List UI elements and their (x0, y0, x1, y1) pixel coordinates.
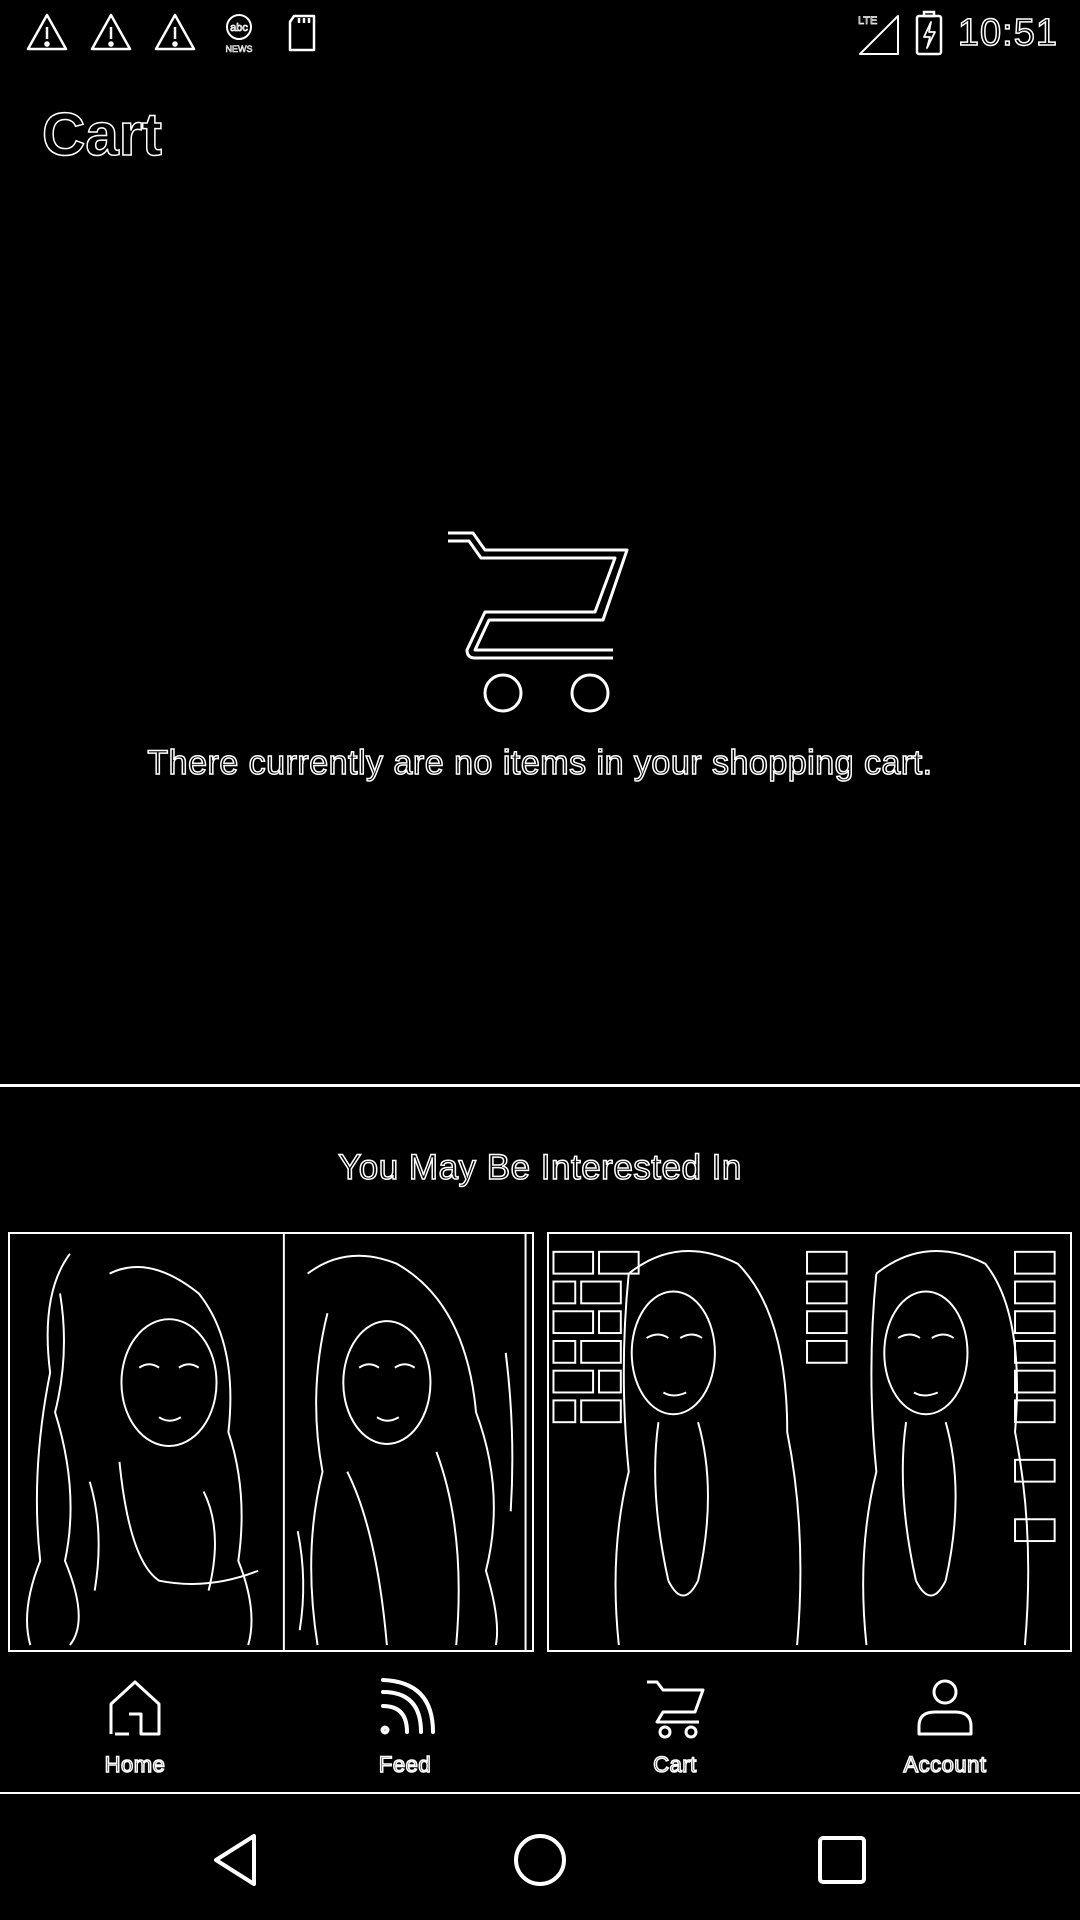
empty-cart-message: There currently are no items in your sho… (147, 743, 933, 783)
system-navigation-bar (0, 1800, 1080, 1920)
product-card[interactable] (547, 1232, 1072, 1652)
recommendations-heading: You May Be Interested In (337, 1147, 742, 1188)
product-card[interactable] (8, 1232, 534, 1652)
nav-item-feed[interactable]: Feed (270, 1660, 540, 1790)
cart-icon (647, 1680, 705, 1739)
account-icon (917, 1679, 973, 1736)
notification-icons: abc NEWS (24, 8, 326, 58)
nav-label-feed: Feed (378, 1751, 432, 1778)
recents-icon[interactable] (810, 1828, 874, 1892)
battery-charging-icon (915, 10, 943, 56)
page-title: Cart (41, 100, 163, 169)
product-image (552, 1249, 1056, 1646)
svg-text:LTE: LTE (858, 15, 877, 27)
nav-label-home: Home (104, 1751, 166, 1778)
bottom-navigation: Home Feed Cart Account (0, 1660, 1080, 1790)
nav-item-home[interactable]: Home (0, 1660, 270, 1790)
warning-icon (154, 13, 196, 51)
nav-item-account[interactable]: Account (810, 1660, 1080, 1790)
sd-card-icon (288, 14, 316, 52)
status-bar: abc NEWS LTE 10:51 (0, 0, 1080, 66)
shopping-cart-icon (448, 531, 629, 713)
nav-label-account: Account (903, 1751, 987, 1778)
nav-item-cart[interactable]: Cart (540, 1660, 810, 1790)
abc-news-icon: abc NEWS (225, 14, 253, 54)
back-icon[interactable] (206, 1828, 270, 1892)
nav-label-cart: Cart (652, 1751, 697, 1778)
warning-icon (26, 13, 68, 51)
clock: 10:51 (957, 11, 1058, 55)
nav-divider (0, 1792, 1080, 1794)
section-divider (0, 1084, 1080, 1087)
svg-text:abc: abc (230, 22, 248, 34)
warning-icon (90, 13, 132, 51)
feed-icon (380, 1678, 435, 1735)
lte-signal-icon: LTE (858, 15, 899, 55)
home-icon (109, 1680, 161, 1736)
home-circle-icon[interactable] (508, 1828, 572, 1892)
product-image (26, 1234, 527, 1650)
svg-text:NEWS: NEWS (226, 44, 253, 54)
system-status: LTE 10:51 (854, 6, 1058, 60)
